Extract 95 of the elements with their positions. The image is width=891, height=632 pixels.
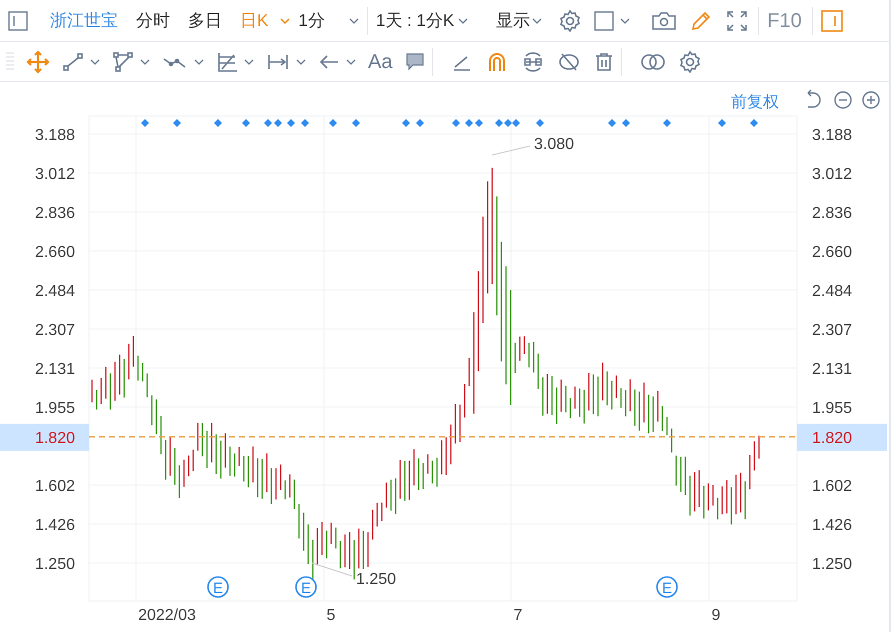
adjust-mode-link[interactable]: 前复权 [731, 94, 779, 111]
fullscreen-icon[interactable] [726, 10, 748, 32]
leader-line [312, 562, 352, 576]
diamond-marker-icon [264, 119, 272, 127]
caret-icon[interactable] [348, 18, 359, 24]
caret-icon[interactable] [244, 58, 254, 64]
diamond-marker-icon [416, 119, 424, 127]
caret-icon[interactable] [620, 18, 630, 24]
period-tab[interactable]: 分时 [136, 8, 170, 34]
y-axis-label: 3.012 [34, 166, 75, 183]
diamond-marker-icon [214, 119, 222, 127]
x-axis-label: 7 [514, 607, 522, 624]
y-axis-label: 3.188 [812, 127, 852, 144]
y-axis-label: 2.307 [34, 322, 75, 340]
caret-icon[interactable] [346, 58, 356, 64]
diamond-marker-icon [242, 119, 250, 127]
eye-off-icon[interactable] [557, 50, 582, 72]
range-dropdown[interactable]: 1天 : 1分K [376, 8, 468, 34]
polygon-icon[interactable] [112, 50, 134, 72]
y-axis-label: 2.660 [34, 244, 75, 261]
leader-line [492, 146, 530, 156]
diamond-marker-icon [536, 119, 544, 127]
settings-icon[interactable] [678, 50, 702, 74]
y-axis-label: 2.131 [34, 360, 75, 378]
diamond-marker-icon [718, 119, 726, 127]
diamond-marker-icon [622, 119, 630, 127]
move-icon[interactable] [26, 50, 50, 74]
y-axis-label: 1.602 [34, 478, 75, 496]
y-axis-label: 2.307 [812, 322, 852, 340]
diamond-marker-icon [301, 119, 309, 127]
low-price-label: 1.250 [356, 571, 396, 588]
event-marker[interactable]: E [656, 576, 678, 598]
caret-icon[interactable] [296, 58, 306, 64]
y-axis-label: 2.484 [34, 282, 75, 300]
y-axis-label: 1.426 [34, 517, 75, 534]
diamond-marker-icon [141, 119, 149, 127]
caret-icon[interactable] [458, 18, 468, 24]
caret-icon[interactable] [532, 18, 542, 24]
square-icon[interactable] [594, 10, 614, 30]
diamond-marker-icon [452, 119, 460, 127]
undo-icon[interactable] [807, 89, 821, 108]
y-axis-label: 1.955 [34, 400, 75, 417]
event-marker[interactable]: E [207, 576, 229, 598]
pencil-icon[interactable] [690, 10, 712, 32]
x-axis-label: 5 [326, 607, 336, 624]
interval-dropdown[interactable]: 1分 [298, 8, 359, 34]
y-axis-label: 2.660 [812, 244, 852, 261]
y-axis-label: 2.836 [34, 204, 75, 222]
y-axis-label: 2.131 [812, 360, 852, 378]
diamond-marker-icon [475, 119, 483, 127]
y-axis-label: 1.250 [34, 556, 75, 573]
diamond-marker-icon [173, 119, 181, 127]
f10-button[interactable]: F10 [767, 6, 802, 36]
y-axis-label: 3.012 [812, 166, 852, 183]
caret-icon[interactable] [140, 58, 150, 64]
x-axis-label: 9 [712, 607, 720, 624]
comment-icon[interactable] [404, 50, 426, 72]
caret-icon[interactable] [280, 18, 290, 24]
diamond-marker-icon [465, 119, 473, 127]
y-axis-label: 1.426 [812, 517, 852, 534]
caret-icon[interactable] [90, 58, 100, 64]
camera-icon[interactable] [652, 10, 676, 30]
diamond-marker-icon [402, 119, 410, 127]
drag-grip-icon[interactable] [6, 50, 14, 72]
caret-icon[interactable] [194, 58, 204, 64]
text-tool-button[interactable]: Aa [368, 46, 392, 76]
x-axis-label: 2022/03 [138, 607, 196, 624]
y-axis-label: 2.484 [812, 282, 852, 300]
y-axis-label: 3.188 [34, 127, 75, 144]
diamond-marker-icon [663, 119, 671, 127]
zoom-out-icon[interactable] [834, 91, 852, 109]
stock-name[interactable]: 浙江世宝 [50, 8, 118, 34]
y-axis-label: 1.955 [812, 400, 852, 417]
diamond-marker-icon [608, 119, 616, 127]
zoom-in-icon[interactable] [862, 91, 880, 109]
diamond-marker-icon [274, 119, 282, 127]
diamond-marker-icon [329, 119, 337, 127]
diamond-marker-icon [352, 119, 360, 127]
event-marker[interactable]: E [295, 576, 317, 598]
display-dropdown[interactable]: 显示 [496, 8, 542, 34]
high-price-label: 3.080 [534, 136, 574, 153]
current-price-label: 1.820 [812, 430, 852, 447]
panel-toggle-icon[interactable] [8, 10, 28, 30]
period-tab[interactable]: 多日 [188, 8, 222, 34]
diamond-marker-icon [750, 119, 758, 127]
fibonacci-icon[interactable] [216, 50, 238, 72]
diamond-marker-icon [287, 119, 295, 127]
y-axis-label: 1.250 [812, 556, 852, 573]
current-price-label: 1.820 [34, 430, 75, 447]
side-panel-icon[interactable] [820, 10, 843, 32]
y-axis-label: 1.602 [812, 478, 852, 496]
settings-icon[interactable] [558, 8, 582, 32]
period-tab[interactable]: 日K [240, 8, 268, 34]
line-segment-icon[interactable] [62, 50, 84, 72]
y-axis-label: 2.836 [812, 204, 852, 222]
